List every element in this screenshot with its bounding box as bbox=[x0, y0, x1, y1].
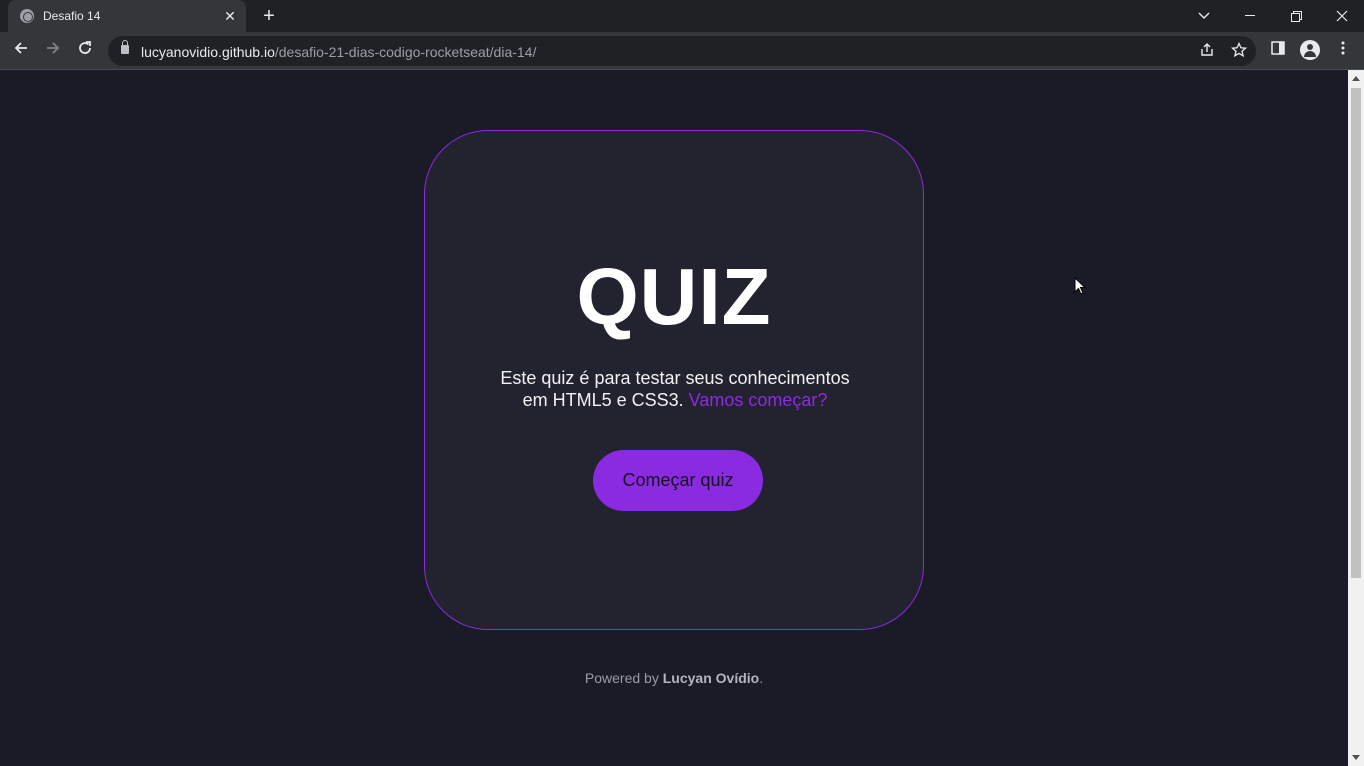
profile-avatar-icon[interactable] bbox=[1300, 40, 1320, 60]
tab-title: Desafio 14 bbox=[43, 9, 101, 23]
close-tab-icon[interactable]: ✕ bbox=[222, 8, 238, 24]
scroll-down-arrow-icon[interactable] bbox=[1352, 755, 1360, 760]
restore-button[interactable] bbox=[1273, 0, 1319, 32]
tab-search-icon[interactable] bbox=[1181, 0, 1227, 32]
quiz-description: Este quiz é para testar seus conheciment… bbox=[500, 368, 850, 410]
side-panel-icon[interactable] bbox=[1267, 40, 1289, 62]
forward-arrow-icon[interactable] bbox=[42, 40, 64, 62]
quiz-title: QUIZ bbox=[576, 252, 772, 341]
scroll-thumb[interactable] bbox=[1351, 88, 1361, 578]
scroll-up-arrow-icon[interactable] bbox=[1352, 76, 1360, 81]
footer-credit: Powered by Lucyan Ovídio. bbox=[584, 670, 764, 686]
url-text[interactable]: lucyanovidio.github.io/desafio-21-dias-c… bbox=[141, 44, 536, 60]
globe-icon bbox=[20, 9, 34, 23]
vertical-scrollbar[interactable] bbox=[1348, 70, 1364, 766]
close-window-button[interactable] bbox=[1319, 0, 1364, 32]
description-accent: Vamos começar? bbox=[688, 390, 828, 410]
quiz-card: QUIZ Este quiz é para testar seus conhec… bbox=[424, 130, 924, 630]
kebab-menu-icon[interactable] bbox=[1332, 40, 1354, 62]
back-arrow-icon[interactable] bbox=[10, 40, 32, 62]
share-icon[interactable] bbox=[1198, 42, 1216, 60]
new-tab-button[interactable]: + bbox=[258, 5, 280, 27]
lock-icon[interactable] bbox=[121, 40, 129, 54]
page-viewport: QUIZ Este quiz é para testar seus conhec… bbox=[0, 70, 1348, 766]
address-bar[interactable]: lucyanovidio.github.io/desafio-21-dias-c… bbox=[108, 36, 1256, 66]
start-quiz-button[interactable]: Começar quiz bbox=[593, 450, 763, 511]
browser-tab[interactable]: Desafio 14 ✕ bbox=[8, 0, 246, 32]
tab-strip: Desafio 14 ✕ + bbox=[0, 0, 1364, 32]
browser-toolbar: lucyanovidio.github.io/desafio-21-dias-c… bbox=[0, 32, 1364, 70]
author-name: Lucyan Ovídio bbox=[662, 670, 760, 686]
reload-icon[interactable] bbox=[74, 40, 96, 62]
minimize-button[interactable] bbox=[1227, 0, 1273, 32]
bookmark-star-icon[interactable] bbox=[1230, 41, 1248, 60]
